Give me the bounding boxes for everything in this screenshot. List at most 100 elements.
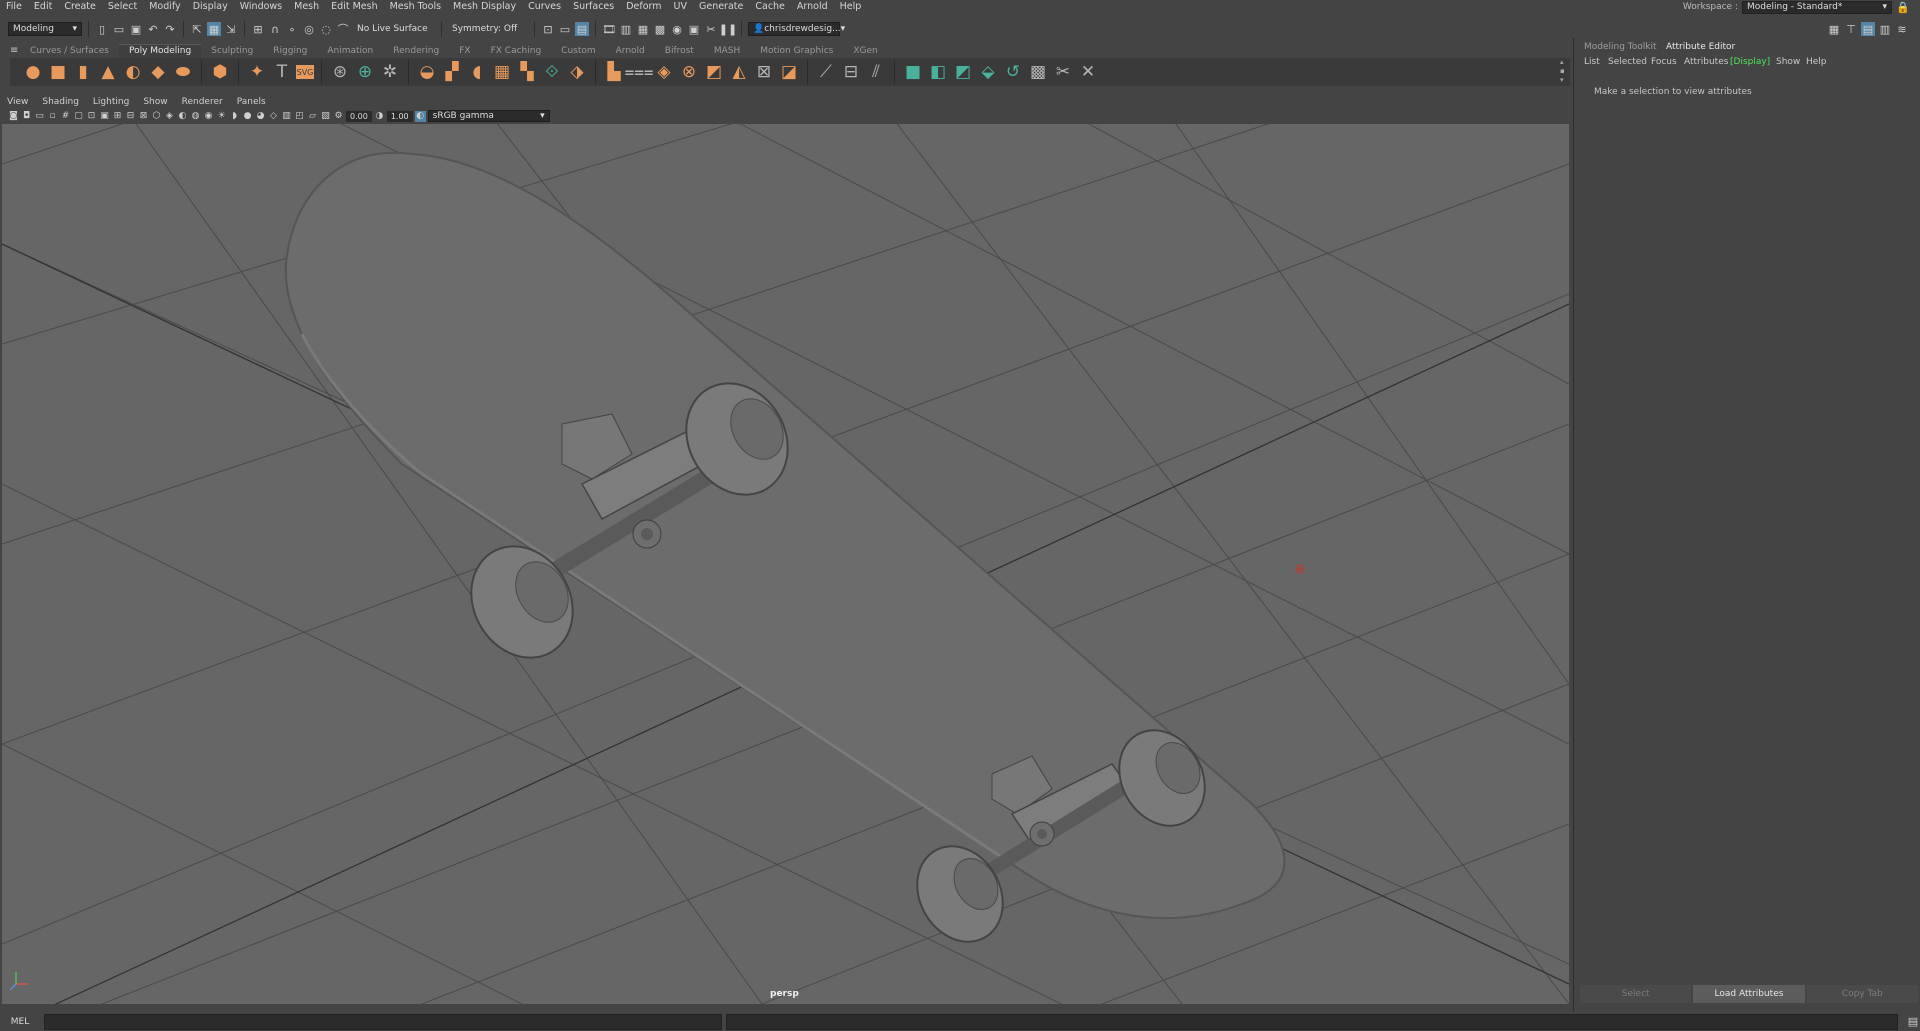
snapshot-icon[interactable]: ✂ <box>704 22 718 36</box>
ae-menu-show[interactable]: Show <box>1776 57 1800 67</box>
ae-menu-selected[interactable]: Selected <box>1608 57 1647 67</box>
snap-curve-icon[interactable]: ∩ <box>268 22 282 36</box>
ae-menu-display[interactable]: [Display] <box>1730 57 1770 67</box>
ambient-occlusion-icon[interactable]: ● <box>242 111 253 122</box>
shelf-tab-sculpting[interactable]: Sculpting <box>201 45 263 58</box>
ae-menu-focus[interactable]: Focus <box>1651 57 1677 67</box>
shelf-tab-rigging[interactable]: Rigging <box>263 45 317 58</box>
shelf-tab-fx[interactable]: FX <box>449 45 480 58</box>
transform-component-icon[interactable]: ✲ <box>379 61 401 83</box>
load-attributes-button[interactable]: Load Attributes <box>1693 985 1805 1003</box>
attribute-editor-toggle-icon[interactable]: ▤ <box>1861 22 1875 36</box>
account-dropdown[interactable]: 👤 chrisdrewdesig... ▾ <box>748 22 845 36</box>
tool-settings-toggle-icon[interactable]: ▥ <box>1878 22 1892 36</box>
multi-cut-icon[interactable]: ⊛ <box>329 61 351 83</box>
menu-set-dropdown[interactable]: Modeling ▾ <box>8 22 82 36</box>
fill-hole-icon[interactable]: ⊗ <box>678 61 700 83</box>
shelf-tab-mash[interactable]: MASH <box>704 45 750 58</box>
field-chart-icon[interactable]: ⊞ <box>112 111 123 122</box>
lock-icon[interactable]: 🔒 <box>1896 0 1910 14</box>
menu-windows[interactable]: Windows <box>234 0 288 13</box>
copy-tab-button[interactable]: Copy Tab <box>1806 985 1918 1003</box>
hypershade-icon[interactable]: ▩ <box>653 22 667 36</box>
render-globe-icon[interactable]: ◉ <box>670 22 684 36</box>
shelf-tab-rendering[interactable]: Rendering <box>383 45 449 58</box>
svg-tool-icon[interactable]: SVG <box>296 65 314 79</box>
menu-select[interactable]: Select <box>102 0 143 13</box>
menu-modify[interactable]: Modify <box>143 0 186 13</box>
automatic-map-icon[interactable]: ⬙ <box>977 61 999 83</box>
planar-map-icon[interactable]: ■ <box>902 61 924 83</box>
construction-history-icon[interactable]: ⊡ <box>541 22 555 36</box>
channel-box-toggle-icon[interactable]: ⊤ <box>1844 22 1858 36</box>
tab-attribute-editor[interactable]: Attribute Editor <box>1666 42 1735 52</box>
panel-menu-view[interactable]: View <box>0 97 35 107</box>
new-scene-icon[interactable]: ▯ <box>95 22 109 36</box>
color-space-dropdown[interactable]: sRGB gamma ▾ <box>427 110 550 122</box>
menu-curves[interactable]: Curves <box>522 0 567 13</box>
shelf-tab-xgen[interactable]: XGen <box>843 45 887 58</box>
wireframe-icon[interactable]: ⬡ <box>151 111 162 122</box>
menu-edit-mesh[interactable]: Edit Mesh <box>325 0 383 13</box>
extrude-icon[interactable]: ▙ <box>603 61 625 83</box>
menu-edit[interactable]: Edit <box>28 0 58 13</box>
cylindrical-map-icon[interactable]: ◧ <box>927 61 949 83</box>
wireframe-on-shaded-icon[interactable]: ◐ <box>177 111 188 122</box>
menu-file[interactable]: File <box>0 0 28 13</box>
poly-plane-icon[interactable]: ◆ <box>147 61 169 83</box>
shelf-tab-animation[interactable]: Animation <box>317 45 383 58</box>
menu-mesh-display[interactable]: Mesh Display <box>447 0 522 13</box>
shelf-scroll-icon[interactable]: ▴ ▪ ▾ <box>1560 58 1568 86</box>
panel-menu-shading[interactable]: Shading <box>35 97 86 107</box>
ae-menu-attributes[interactable]: Attributes <box>1684 57 1728 67</box>
checker-icon[interactable]: ▩ <box>1027 61 1049 83</box>
render-region-icon[interactable]: ▣ <box>687 22 701 36</box>
poly-torus-icon[interactable]: ◐ <box>122 61 144 83</box>
bridge-icon[interactable]: ⩶ <box>624 61 653 83</box>
smooth-icon[interactable]: ▦ <box>491 61 513 83</box>
snap-surface-icon[interactable]: ◌ <box>319 22 333 36</box>
menu-arnold[interactable]: Arnold <box>791 0 834 13</box>
shelf-menu-icon[interactable]: ≡ <box>10 45 18 56</box>
tab-modeling-toolkit[interactable]: Modeling Toolkit <box>1584 42 1657 52</box>
ae-menu-list[interactable]: List <box>1584 57 1600 67</box>
shelf-tab-bifrost[interactable]: Bifrost <box>655 45 704 58</box>
render-view-icon[interactable]: ▭ <box>558 22 572 36</box>
menu-generate[interactable]: Generate <box>693 0 749 13</box>
menu-cache[interactable]: Cache <box>749 0 791 13</box>
outliner-toggle-icon[interactable]: ▦ <box>1827 22 1841 36</box>
reduce-icon[interactable]: ⬗ <box>566 61 588 83</box>
panel-menu-renderer[interactable]: Renderer <box>175 97 230 107</box>
select-button[interactable]: Select <box>1580 985 1692 1003</box>
layers-toggle-icon[interactable]: ≋ <box>1895 22 1909 36</box>
shelf-tab-poly-modeling[interactable]: Poly Modeling <box>118 44 202 58</box>
bevel-edge-icon[interactable]: ◈ <box>653 61 675 83</box>
shelf-tab-curves-surfaces[interactable]: Curves / Surfaces <box>20 45 119 58</box>
panel-menu-panels[interactable]: Panels <box>230 97 273 107</box>
menu-surfaces[interactable]: Surfaces <box>567 0 620 13</box>
insert-edge-loop-icon[interactable]: ⊟ <box>840 61 862 83</box>
poly-cylinder-icon[interactable]: ▮ <box>72 61 94 83</box>
select-components-icon[interactable]: ⇲ <box>224 22 238 36</box>
image-plane-icon[interactable]: ▫ <box>47 111 58 122</box>
save-scene-icon[interactable]: ▣ <box>129 22 143 36</box>
workspace-dropdown[interactable]: Modeling - Standard* ▾ <box>1742 0 1892 14</box>
shelf-tab-fx-caching[interactable]: FX Caching <box>481 45 552 58</box>
pause-icon[interactable]: ❚❚ <box>719 22 737 36</box>
offset-edge-loop-icon[interactable]: ⫽ <box>865 61 887 83</box>
menu-deform[interactable]: Deform <box>620 0 667 13</box>
script-editor-icon[interactable]: ▤ <box>1906 1015 1920 1029</box>
safe-title-icon[interactable]: ⊠ <box>138 111 149 122</box>
exposure-field[interactable]: 0.00 <box>346 110 372 122</box>
textured-icon[interactable]: ◉ <box>203 111 214 122</box>
xray-joints-icon[interactable]: ▱ <box>307 111 318 122</box>
select-tool-icon[interactable]: ⇱ <box>190 22 204 36</box>
platonic-solid-icon[interactable]: ⬢ <box>209 61 231 83</box>
undo-icon[interactable]: ↶ <box>146 22 160 36</box>
film-gate-icon[interactable]: ▢ <box>73 111 84 122</box>
render-settings-icon[interactable]: ▤ <box>575 22 589 36</box>
motion-blur-icon[interactable]: ◕ <box>255 111 266 122</box>
menu-mesh-tools[interactable]: Mesh Tools <box>384 0 447 13</box>
menu-uv[interactable]: UV <box>668 0 693 13</box>
mirror-icon[interactable]: ⟐ <box>541 61 563 83</box>
